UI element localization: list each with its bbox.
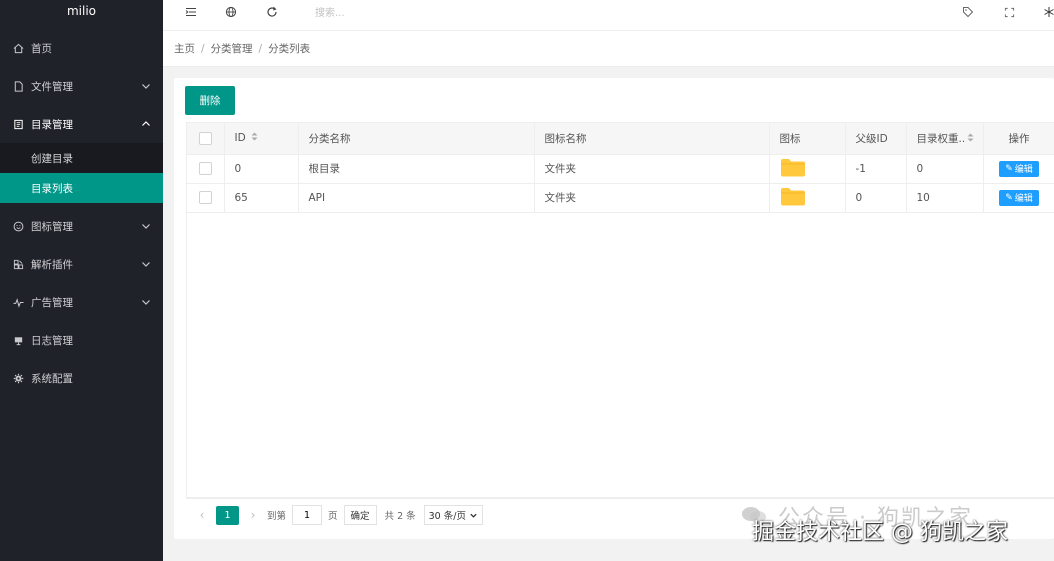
chevron-down-icon — [141, 221, 151, 231]
goto-page-input[interactable] — [292, 505, 323, 525]
sidebar-item-icons[interactable]: 图标管理 — [0, 207, 163, 245]
goto-confirm-button[interactable]: 确定 — [343, 505, 377, 525]
search-input[interactable] — [315, 5, 435, 21]
table-row: 0 根目录 文件夹 -1 0 ✎ 编辑 — [187, 154, 1054, 184]
tag-icon[interactable] — [961, 5, 975, 19]
sidebar-item-label: 图标管理 — [31, 220, 73, 233]
delete-button[interactable]: 删除 — [185, 86, 235, 115]
chevron-down-icon — [141, 259, 151, 269]
sidebar-item-label: 目录管理 — [31, 118, 73, 131]
submenu-item-directory-list[interactable]: 目录列表 — [0, 173, 163, 203]
chevron-down-icon — [141, 81, 151, 91]
cell-weight: 0 — [906, 154, 984, 184]
goto-label: 到第 — [267, 511, 287, 522]
edit-button[interactable]: ✎ 编辑 — [999, 189, 1039, 206]
menu-toggle-icon[interactable] — [184, 5, 198, 19]
submenu-item-create-directory[interactable]: 创建目录 — [0, 143, 163, 173]
globe-icon[interactable] — [224, 5, 238, 19]
breadcrumb-home[interactable]: 主页 — [174, 41, 195, 56]
current-page[interactable]: 1 — [216, 505, 239, 525]
chevron-down-icon — [141, 297, 151, 307]
breadcrumb-category-list: 分类列表 — [268, 43, 311, 55]
pulse-icon — [12, 296, 24, 308]
cell-parent-id: -1 — [845, 154, 907, 184]
refresh-icon[interactable] — [265, 5, 279, 19]
cell-weight: 10 — [906, 183, 984, 213]
table-row: 65 API 文件夹 0 10 ✎ 编辑 — [187, 183, 1054, 213]
sidebar-item-label: 系统配置 — [31, 372, 73, 385]
app-logo: milio — [66, 4, 97, 18]
total-count: 共 2 条 — [384, 511, 416, 522]
next-page-icon[interactable]: › — [245, 508, 261, 522]
sidebar-item-ads[interactable]: 广告管理 — [0, 283, 163, 321]
file-icon — [12, 80, 24, 92]
watermark: 公众号 · 狗凯之家 掘金技术社区 @ 狗凯之家 — [740, 500, 1054, 560]
cell-icon-name: 文件夹 — [534, 183, 770, 213]
pencil-icon: ✎ — [1005, 163, 1013, 174]
smiley-icon — [12, 220, 24, 232]
header-actions: 操作 — [983, 123, 1054, 155]
sidebar-item-home[interactable]: 首页 — [0, 29, 163, 67]
header-checkbox-cell — [187, 123, 225, 155]
folder-icon — [12, 118, 24, 130]
top-bar — [163, 0, 1054, 31]
directories-submenu: 创建目录 目录列表 — [0, 143, 163, 203]
sidebar-item-files[interactable]: 文件管理 — [0, 67, 163, 105]
sidebar: milio 首页 文件管理 目录管理 创建目录 目录列表 图标管理 解析插件 广… — [0, 0, 163, 561]
header-icon: 图标 — [769, 123, 846, 155]
page-size-select[interactable]: 30 条/页 — [423, 505, 483, 525]
edit-button[interactable]: ✎ 编辑 — [999, 160, 1039, 177]
header-category-name: 分类名称 — [298, 123, 535, 155]
cell-parent-id: 0 — [845, 183, 907, 213]
sidebar-item-logs[interactable]: 日志管理 — [0, 321, 163, 359]
watermark-line-2: 掘金技术社区 @ 狗凯之家 — [752, 520, 1008, 545]
sidebar-item-label: 日志管理 — [31, 334, 73, 347]
sidebar-item-label: 广告管理 — [31, 296, 73, 309]
chevron-down-icon — [470, 513, 477, 518]
page-label: 页 — [328, 511, 338, 522]
sort-icon[interactable] — [967, 133, 974, 145]
sidebar-item-label: 文件管理 — [31, 80, 73, 93]
log-icon — [12, 334, 24, 346]
header-parent-id: 父级ID — [845, 123, 907, 155]
prev-page-icon[interactable]: ‹ — [194, 508, 210, 522]
sidebar-item-plugins[interactable]: 解析插件 — [0, 245, 163, 283]
header-id[interactable]: ID — [224, 123, 299, 155]
cell-icon-name: 文件夹 — [534, 154, 770, 184]
cell-id: 0 — [224, 154, 299, 184]
select-all-checkbox[interactable] — [198, 131, 212, 145]
folder-icon — [780, 187, 806, 209]
home-icon — [12, 42, 24, 54]
header-icon-name: 图标名称 — [534, 123, 770, 155]
fullscreen-icon[interactable] — [1002, 5, 1016, 19]
sidebar-item-label: 解析插件 — [31, 258, 73, 271]
cell-id: 65 — [224, 183, 299, 213]
sort-icon[interactable] — [251, 132, 258, 144]
breadcrumb-category-management[interactable]: 分类管理 — [211, 41, 253, 56]
cell-name: 根目录 — [298, 154, 535, 184]
table-header: ID 分类名称 图标名称 图标 父级ID 目录权重.. 操作 — [187, 123, 1054, 155]
header-weight[interactable]: 目录权重.. — [906, 123, 984, 155]
gear-icon — [12, 372, 24, 384]
row-checkbox[interactable] — [198, 191, 212, 204]
row-checkbox[interactable] — [198, 162, 212, 175]
chevron-up-icon — [141, 119, 151, 129]
sidebar-item-label: 首页 — [31, 42, 52, 55]
pencil-icon: ✎ — [1005, 192, 1013, 203]
content-card: 删除 ID 分类名称 图标名称 图标 父级ID 目录权重.. 操作 0 根目录 … — [174, 78, 1054, 539]
more-icon[interactable] — [1042, 5, 1054, 19]
plugin-icon — [12, 258, 24, 270]
sidebar-item-settings[interactable]: 系统配置 — [0, 359, 163, 397]
cell-name: API — [298, 183, 535, 213]
breadcrumb: 主页 / 分类管理 / 分类列表 — [163, 31, 1054, 67]
category-table: ID 分类名称 图标名称 图标 父级ID 目录权重.. 操作 0 根目录 文件夹… — [186, 122, 1054, 498]
folder-icon — [780, 158, 806, 180]
sidebar-item-directories[interactable]: 目录管理 — [0, 105, 163, 143]
